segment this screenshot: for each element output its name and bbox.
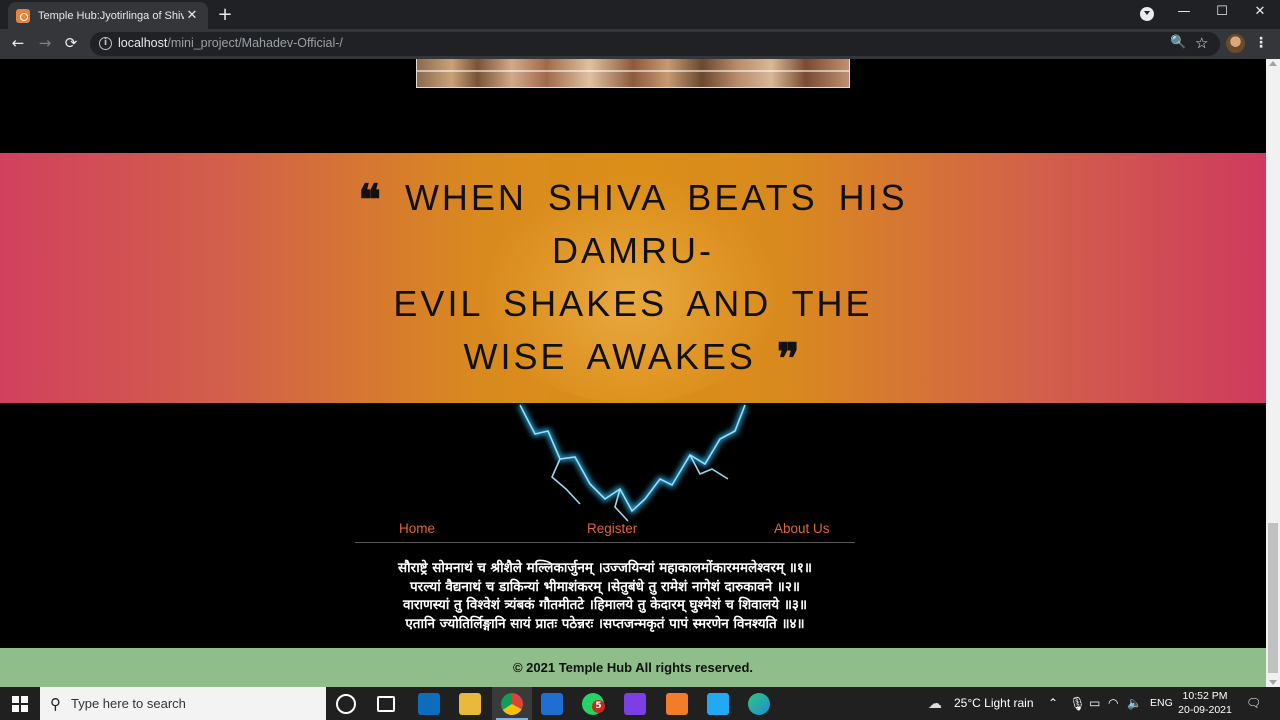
- wifi-icon[interactable]: ◠: [1108, 687, 1118, 720]
- system-clock[interactable]: 10:52 PM 20-09-2021: [1175, 689, 1235, 717]
- maximize-button[interactable]: ☐: [1210, 4, 1234, 19]
- clock-date: 20-09-2021: [1178, 704, 1232, 716]
- notification-icon[interactable]: 🗨: [1246, 687, 1261, 720]
- mail-icon[interactable]: [418, 693, 440, 715]
- edge-icon[interactable]: [748, 693, 770, 715]
- chrome-icon[interactable]: [501, 693, 523, 715]
- taskbar-search-box[interactable]: ⚲ Type here to search: [40, 687, 326, 720]
- clock-time: 10:52 PM: [1182, 690, 1228, 702]
- footer-nav: Home Register About Us: [355, 521, 855, 543]
- file-explorer-icon[interactable]: [459, 693, 481, 715]
- browser-toolbar: ← → ⟳ i localhost/mini_project/Mahadev-O…: [0, 29, 1280, 59]
- whatsapp-badge: 5: [592, 700, 605, 713]
- address-bar[interactable]: i localhost/mini_project/Mahadev-Officia…: [90, 32, 1220, 56]
- scroll-thumb[interactable]: [1268, 523, 1278, 673]
- copyright-text: © 2021 Temple Hub All rights reserved.: [512, 660, 754, 675]
- browser-tab[interactable]: Temple Hub:Jyotirlinga of Shiva ✕: [8, 2, 208, 29]
- browser-tab-strip: Temple Hub:Jyotirlinga of Shiva ✕ + — ☐ …: [0, 0, 1280, 29]
- store-icon[interactable]: [541, 693, 563, 715]
- weather-text[interactable]: 25°C Light rain: [954, 687, 1034, 720]
- site-footer: © 2021 Temple Hub All rights reserved.: [0, 648, 1266, 687]
- temple-favicon-icon: [16, 8, 30, 23]
- task-view-icon[interactable]: [377, 696, 395, 712]
- close-window-button[interactable]: ✕: [1248, 4, 1272, 19]
- jyotirlinga-shloka: सौराष्ट्रे सोमनाथं च श्रीशैले मल्लिकार्ज…: [355, 559, 855, 633]
- microphone-icon[interactable]: 🎙: [1069, 687, 1086, 720]
- scroll-up-arrow-icon[interactable]: [1269, 61, 1277, 66]
- shloka-line-2: परल्यां वैद्यनाथं च डाकिन्यां भीमाशंकरम्…: [410, 578, 800, 595]
- site-info-icon[interactable]: i: [99, 37, 112, 50]
- reload-icon[interactable]: ⟳: [61, 34, 81, 52]
- vscode-icon[interactable]: [707, 693, 729, 715]
- url-text[interactable]: localhost/mini_project/Mahadev-Official-…: [118, 36, 343, 50]
- cloud-rain-icon[interactable]: ☁: [928, 687, 942, 720]
- tab-search-icon[interactable]: [1140, 7, 1154, 21]
- nav-home-link[interactable]: Home: [399, 521, 435, 536]
- scroll-down-arrow-icon[interactable]: [1269, 680, 1277, 685]
- shloka-line-4: एतानि ज्योतिर्लिङ्गानि सायं प्रातः पठेन्…: [405, 615, 805, 632]
- tab-close-icon[interactable]: ✕: [184, 8, 200, 23]
- windows-start-icon[interactable]: [12, 696, 28, 712]
- taskbar-search-placeholder: Type here to search: [71, 696, 186, 711]
- picsart-icon[interactable]: [624, 693, 646, 715]
- new-tab-button[interactable]: +: [215, 4, 235, 25]
- browser-menu-icon[interactable]: ⋮: [1254, 35, 1268, 51]
- back-arrow-icon[interactable]: ←: [8, 34, 28, 52]
- nav-about-link[interactable]: About Us: [774, 521, 830, 536]
- minimize-button[interactable]: —: [1172, 4, 1196, 19]
- nav-register-link[interactable]: Register: [587, 521, 637, 536]
- shloka-line-3: वाराणस्यां तु विश्वेशं त्र्यंबकं गौतमीतट…: [402, 597, 808, 613]
- forward-arrow-icon[interactable]: →: [35, 34, 55, 52]
- search-icon: ⚲: [50, 694, 61, 713]
- page-viewport: ❝ WHEN SHIVA BEATS HIS DAMRU- EVIL SHAKE…: [0, 59, 1266, 687]
- cortana-icon[interactable]: [336, 694, 356, 714]
- tab-title: Temple Hub:Jyotirlinga of Shiva: [38, 9, 184, 22]
- bookmark-star-icon[interactable]: ☆: [1195, 34, 1208, 52]
- xampp-icon[interactable]: [666, 693, 688, 715]
- volume-icon[interactable]: 🔈: [1127, 687, 1142, 720]
- page-scrollbar[interactable]: [1266, 59, 1280, 687]
- battery-icon[interactable]: ▭: [1089, 687, 1100, 720]
- tray-chevron-icon[interactable]: ⌃: [1048, 687, 1058, 720]
- shloka-line-1: सौराष्ट्रे सोमनाथं च श्रीशैले मल्लिकार्ज…: [398, 560, 812, 576]
- windows-taskbar: ⚲ Type here to search: [0, 687, 1280, 720]
- language-indicator[interactable]: ENG: [1150, 687, 1173, 720]
- zoom-icon[interactable]: 🔍: [1170, 35, 1186, 50]
- profile-avatar[interactable]: [1226, 34, 1245, 53]
